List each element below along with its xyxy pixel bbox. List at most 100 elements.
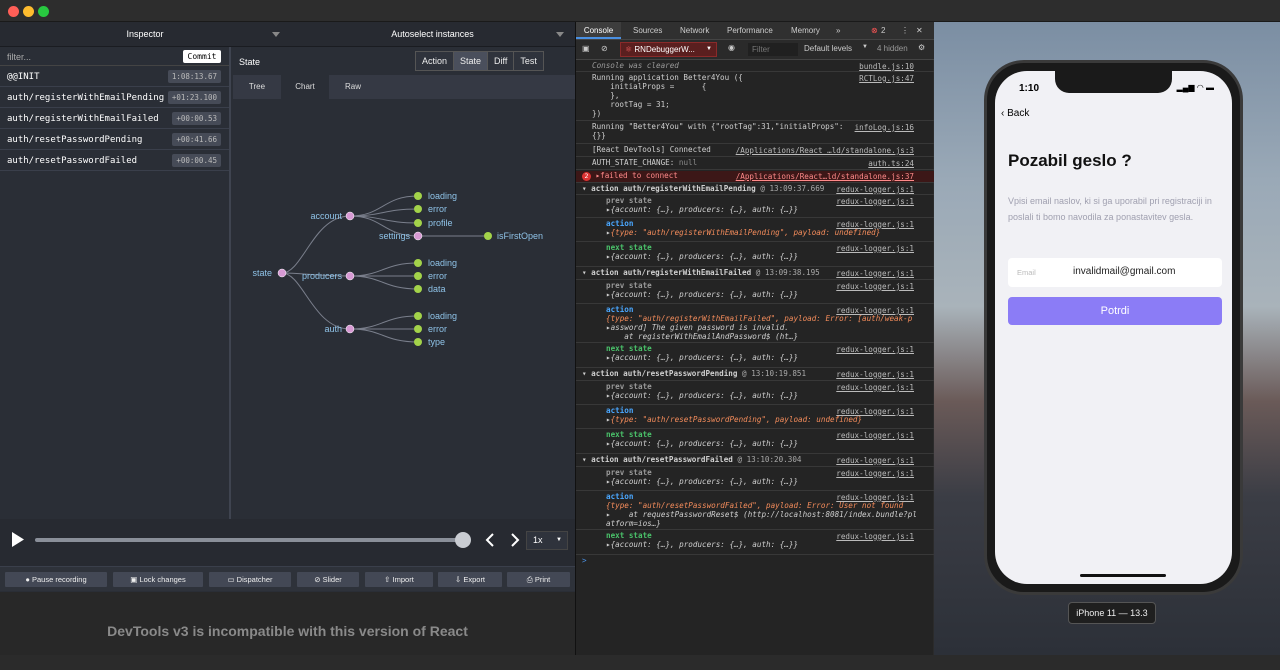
tab-chart[interactable]: Chart — [281, 75, 329, 99]
tree-leaf[interactable] — [414, 285, 422, 293]
source-link[interactable]: redux-logger.js:1 — [836, 282, 914, 291]
export-button[interactable]: ⇩ Export — [438, 572, 502, 587]
tree-leaf[interactable] — [414, 272, 422, 280]
source-link[interactable]: RCTLog.js:47 — [859, 74, 914, 83]
source-link[interactable]: redux-logger.js:1 — [836, 306, 914, 315]
source-link[interactable]: /Applications/React…ld/standalone.js:37 — [736, 172, 914, 181]
print-button[interactable]: ⎙ Print — [507, 572, 570, 587]
timeline-handle[interactable] — [455, 532, 471, 548]
tree-leaf[interactable] — [484, 232, 492, 240]
gear-icon[interactable]: ⚙ — [918, 43, 925, 52]
tab-tree[interactable]: Tree — [233, 75, 281, 99]
play-icon[interactable] — [12, 532, 24, 547]
console-prompt[interactable]: > — [576, 556, 934, 570]
log-object: {type: "auth/registerWithEmailPending", … — [610, 228, 881, 237]
caret-right-icon[interactable]: ▸ — [591, 171, 601, 180]
source-link[interactable]: redux-logger.js:1 — [836, 185, 914, 194]
instance-select[interactable]: Autoselect instances — [290, 22, 575, 47]
log-group-header[interactable]: ▾ action auth/registerWithEmailFailed @ … — [576, 268, 934, 280]
action-item[interactable]: auth/registerWithEmailFailed +00:00.53 — [0, 108, 229, 129]
levels-select[interactable]: Default levels — [804, 44, 852, 53]
step-forward-icon[interactable] — [511, 533, 520, 547]
back-button[interactable]: ‹ Back — [1001, 108, 1029, 119]
log-group-header[interactable]: ▾ action auth/resetPasswordFailed @ 13:1… — [576, 455, 934, 467]
tree-leaf[interactable] — [414, 192, 422, 200]
source-link[interactable]: redux-logger.js:1 — [836, 197, 914, 206]
source-link[interactable]: redux-logger.js:1 — [836, 244, 914, 253]
console-line: [React DevTools] Connected/Applications/… — [576, 145, 934, 157]
action-item[interactable]: @@INIT 1:08:13.67 — [0, 66, 229, 87]
monitor-select[interactable]: Inspector — [0, 22, 290, 47]
step-back-icon[interactable] — [485, 533, 494, 547]
state-mode-button[interactable]: State — [454, 52, 489, 70]
tree-leaf[interactable] — [414, 338, 422, 346]
context-select[interactable]: ⚛ RNDebuggerW... ▼ — [620, 42, 717, 57]
source-link[interactable]: redux-logger.js:1 — [836, 407, 914, 416]
source-link[interactable]: /Applications/React …ld/standalone.js:3 — [736, 146, 914, 155]
timeline-track[interactable] — [35, 538, 463, 542]
source-link[interactable]: redux-logger.js:1 — [836, 269, 914, 278]
tree-leaf[interactable] — [414, 325, 422, 333]
slider-button[interactable]: ⊘ Slider — [297, 572, 359, 587]
test-mode-button[interactable]: Test — [514, 52, 543, 70]
tree-node[interactable] — [345, 211, 355, 221]
action-item[interactable]: auth/resetPasswordFailed +00:00.45 — [0, 150, 229, 171]
lock-changes-button[interactable]: ▣ Lock changes — [113, 572, 203, 587]
source-link[interactable]: redux-logger.js:1 — [836, 345, 914, 354]
source-link[interactable]: bundle.js:10 — [859, 62, 914, 71]
error-count[interactable]: 2 — [881, 26, 885, 35]
tab-performance[interactable]: Performance — [727, 26, 773, 35]
speed-select[interactable]: 1x ▼ — [526, 531, 568, 550]
pause-recording-button[interactable]: ● Pause recording — [5, 572, 107, 587]
source-link[interactable]: redux-logger.js:1 — [836, 431, 914, 440]
commit-button[interactable]: Commit — [183, 50, 221, 63]
tree-leaf[interactable] — [414, 205, 422, 213]
submit-button[interactable]: Potrdi — [1008, 297, 1222, 325]
source-link[interactable]: auth.ts:24 — [868, 159, 914, 168]
kebab-menu-icon[interactable]: ⋮ — [901, 26, 909, 35]
tree-node[interactable] — [345, 271, 355, 281]
tree-leaf[interactable] — [414, 219, 422, 227]
tab-console[interactable]: Console — [576, 22, 621, 39]
import-button[interactable]: ⇧ Import — [365, 572, 433, 587]
action-item[interactable]: auth/resetPasswordPending +00:41.66 — [0, 129, 229, 150]
dispatcher-button[interactable]: ▭ Dispatcher — [209, 572, 291, 587]
console-filter-input[interactable]: Filter — [748, 43, 798, 56]
clear-console-icon[interactable]: ⊘ — [601, 44, 608, 53]
close-window-button[interactable] — [8, 6, 19, 17]
maximize-window-button[interactable] — [38, 6, 49, 17]
source-link[interactable]: infoLog.js:16 — [855, 123, 914, 132]
source-link[interactable]: redux-logger.js:1 — [836, 220, 914, 229]
tree-leaf[interactable] — [414, 312, 422, 320]
tree-node[interactable] — [413, 231, 423, 241]
source-link[interactable]: redux-logger.js:1 — [836, 469, 914, 478]
tab-memory[interactable]: Memory — [791, 26, 820, 35]
tree-label: error — [428, 271, 447, 281]
tab-sources[interactable]: Sources — [633, 26, 662, 35]
source-link[interactable]: redux-logger.js:1 — [836, 493, 914, 502]
more-tabs-button[interactable]: » — [836, 26, 840, 35]
source-link[interactable]: redux-logger.js:1 — [836, 532, 914, 541]
source-link[interactable]: redux-logger.js:1 — [836, 383, 914, 392]
sidebar-toggle-icon[interactable]: ▣ — [582, 44, 590, 53]
diff-mode-button[interactable]: Diff — [488, 52, 515, 70]
log-group-header[interactable]: ▾ action auth/resetPasswordPending @ 13:… — [576, 369, 934, 381]
log-object: {account: {…}, producers: {…}, auth: {…}… — [610, 290, 799, 299]
close-icon[interactable]: ✕ — [916, 26, 923, 35]
tree-label: loading — [428, 191, 457, 201]
filter-input[interactable]: filter... Commit — [0, 47, 229, 66]
tree-node[interactable] — [277, 268, 287, 278]
action-item[interactable]: auth/registerWithEmailPending +01:23.100 — [0, 87, 229, 108]
tree-leaf[interactable] — [414, 259, 422, 267]
tab-raw[interactable]: Raw — [329, 75, 377, 99]
minimize-window-button[interactable] — [23, 6, 34, 17]
tab-network[interactable]: Network — [680, 26, 709, 35]
tree-node[interactable] — [345, 324, 355, 334]
source-link[interactable]: redux-logger.js:1 — [836, 456, 914, 465]
email-field[interactable]: Email invalidmail@gmail.com — [1008, 258, 1222, 287]
action-mode-button[interactable]: Action — [416, 52, 455, 70]
log-group-header[interactable]: ▾ action auth/registerWithEmailPending @… — [576, 184, 934, 195]
action-name: @@INIT — [7, 72, 40, 82]
source-link[interactable]: redux-logger.js:1 — [836, 370, 914, 379]
eye-icon[interactable]: ◉ — [728, 43, 735, 52]
